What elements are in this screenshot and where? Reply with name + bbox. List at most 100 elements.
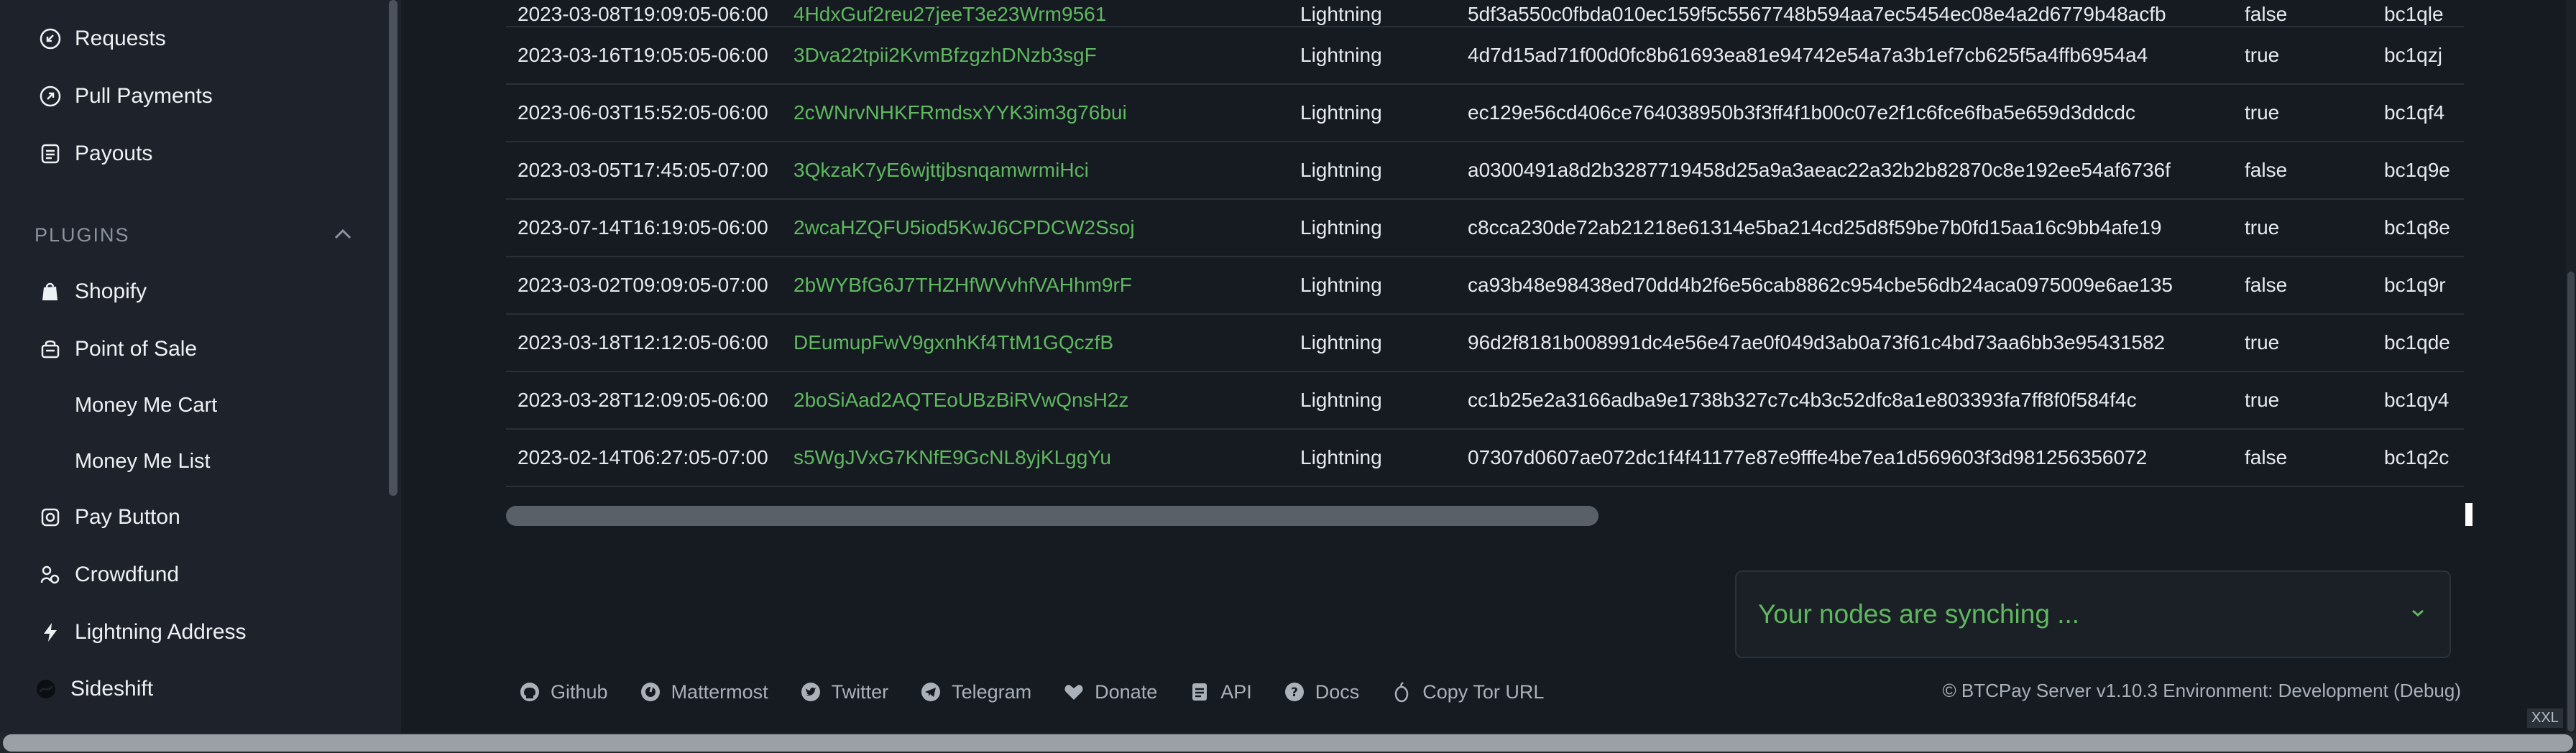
- cell-confirmed: false: [2233, 429, 2373, 487]
- cell-invoice-id[interactable]: 2wcaHZQFU5iod5KwJ6CPDCW2Ssoj: [782, 199, 1289, 257]
- sidebar-item-money-me-cart[interactable]: Money Me Cart: [75, 384, 217, 427]
- lightning-icon: [36, 618, 65, 647]
- cell-invoice-id[interactable]: 2bWYBfG6J7THZHfWVvhfVAHhm9rF: [782, 257, 1289, 315]
- footer-link-donate[interactable]: Donate: [1062, 680, 1157, 704]
- mattermost-icon: [638, 680, 663, 704]
- sidebar-item-label: Money Me Cart: [75, 393, 218, 417]
- cell-date: 2023-02-14T06:27:05-07:00: [506, 429, 782, 487]
- heart-icon: [1062, 680, 1086, 704]
- footer-link-telegram[interactable]: Telegram: [919, 680, 1031, 704]
- cell-invoice-id[interactable]: DEumupFwV9gxnhKf4TtM1GQczfB: [782, 314, 1289, 372]
- window-horizontal-scrollbar[interactable]: [0, 733, 2576, 753]
- cell-address: bc1qzj: [2373, 27, 2464, 85]
- sidebar-item-money-me-list[interactable]: Money Me List: [75, 440, 211, 483]
- sidebar-scrollbar[interactable]: [389, 0, 397, 496]
- cell-payment-method: Lightning: [1289, 199, 1456, 257]
- sync-status-text: Your nodes are synching ...: [1758, 599, 2080, 629]
- cell-address: bc1qde: [2373, 314, 2464, 372]
- shopify-icon: [36, 277, 65, 306]
- table-horizontal-scrollbar[interactable]: [506, 503, 2472, 527]
- sidebar-item-pull-payments[interactable]: Pull Payments: [36, 75, 213, 118]
- sidebar-item-requests[interactable]: Requests: [36, 17, 166, 60]
- cell-transaction-hash: 4d7d15ad71f00d0fc8b61693ea81e94742e54a7a…: [1456, 27, 2233, 85]
- footer-link-label: Copy Tor URL: [1422, 680, 1545, 703]
- plugins-section-header[interactable]: PLUGINS: [34, 216, 354, 254]
- sidebar-item-crowdfund[interactable]: Crowdfund: [36, 553, 179, 596]
- sidebar-item-payouts[interactable]: Payouts: [36, 132, 152, 175]
- table-row: 2023-03-02T09:09:05-07:00 2bWYBfG6J7THZHf…: [506, 257, 2464, 315]
- cell-invoice-id[interactable]: 2boSiAad2AQTEoUBzBiRVwQnsH2z: [782, 371, 1289, 430]
- cell-transaction-hash: ec129e56cd406ce764038950b3f3ff4f1b00c07e…: [1456, 84, 2233, 142]
- chevron-up-icon[interactable]: [332, 224, 354, 246]
- cell-address: bc1q9r: [2373, 257, 2464, 315]
- cell-date: 2023-07-14T16:19:05-06:00: [506, 199, 782, 257]
- cell-transaction-hash: ca93b48e98438ed70dd4b2f6e56cab8862c954cb…: [1456, 257, 2233, 315]
- table-row: 2023-03-05T17:45:05-07:00 3QkzaK7yE6wjttj…: [506, 142, 2464, 200]
- sidebar-item-label: Lightning Address: [75, 620, 247, 644]
- sidebar-item-shopify[interactable]: Shopify: [36, 270, 147, 313]
- footer-link-label: Donate: [1095, 680, 1158, 703]
- footer-link-copy-tor-url[interactable]: Copy Tor URL: [1389, 680, 1544, 704]
- cell-date: 2023-03-02T09:09:05-07:00: [506, 257, 782, 315]
- cell-invoice-id[interactable]: 3Dva22tpii2KvmBfzgzhDNzb3sgF: [782, 27, 1289, 85]
- footer-link-github[interactable]: Github: [518, 680, 608, 704]
- sidebar-item-label: Requests: [75, 27, 166, 50]
- cell-transaction-hash: a0300491a8d2b3287719458d25a9a3aeac22a32b…: [1456, 142, 2233, 200]
- table-row: 2023-07-14T16:19:05-06:00 2wcaHZQFU5iod5K…: [506, 199, 2464, 257]
- sidebar-item-lightning-address[interactable]: Lightning Address: [36, 611, 247, 654]
- cell-confirmed: false: [2233, 486, 2373, 503]
- cell-invoice-id[interactable]: s5WgJVxG7KNfE9GcNL8yjKLggYu: [782, 429, 1289, 487]
- sidebar-item-label: Pay Button: [75, 505, 180, 529]
- footer-link-docs[interactable]: ? Docs: [1282, 680, 1360, 704]
- svg-text:?: ?: [1291, 685, 1298, 700]
- sidebar-item-sideshift[interactable]: Sideshift: [32, 667, 153, 711]
- cell-invoice-id[interactable]: 3QkzaK7yE6wjttjbsnqamwrmiHci: [782, 142, 1289, 200]
- cell-address: bc1qv: [2373, 486, 2464, 503]
- cell-address: bc1q9e: [2373, 142, 2464, 200]
- footer-link-api[interactable]: API: [1187, 680, 1252, 704]
- pull-payments-icon: [36, 82, 65, 111]
- cell-confirmed: false: [2233, 257, 2373, 315]
- footer-link-twitter[interactable]: Twitter: [799, 680, 888, 704]
- footer-link-label: Docs: [1315, 680, 1360, 703]
- sidebar-item-label: Sideshift: [70, 677, 154, 701]
- cell-date: 2023-03-18T12:12:05-06:00: [506, 314, 782, 372]
- api-icon: [1187, 680, 1212, 704]
- page-scrollbar-thumb[interactable]: [2567, 272, 2575, 731]
- copyright-text: © BTCPay Server v1.10.3 Environment: Dev…: [1942, 680, 2461, 701]
- cell-payment-method: Lightning: [1289, 257, 1456, 315]
- sync-status-panel[interactable]: Your nodes are synching ...: [1735, 570, 2451, 658]
- cell-transaction-hash: 5df3a550c0fbda010ec159f5c5567748b594aa7e…: [1456, 0, 2233, 27]
- footer-link-mattermost[interactable]: Mattermost: [638, 680, 768, 704]
- cell-address: bc1q8e: [2373, 199, 2464, 257]
- cell-date: 2023-03-28T12:09:05-06:00: [506, 371, 782, 430]
- footer-link-label: Telegram: [952, 680, 1032, 703]
- telegram-icon: [919, 680, 943, 704]
- cell-confirmed: true: [2233, 199, 2373, 257]
- requests-icon: [36, 24, 65, 53]
- cell-date: 2023-06-03T15:52:05-06:00: [506, 84, 782, 142]
- sidebar-item-label: Shopify: [75, 280, 147, 303]
- cell-address: bc1qy4: [2373, 371, 2464, 430]
- sidebar-item-label: Payouts: [75, 142, 153, 165]
- cell-invoice-id[interactable]: X4u8RLFaWuxpDX55k5ZQ2MN1nnB: [782, 486, 1289, 503]
- footer-link-label: Github: [551, 680, 608, 703]
- sidebar-item-pay-button[interactable]: Pay Button: [36, 496, 180, 539]
- window-scrollbar-thumb[interactable]: [3, 734, 2573, 752]
- footer-links: Github Mattermost Twitter Telegram Donat…: [518, 674, 1574, 710]
- table-scrollbar-thumb[interactable]: [506, 506, 1598, 526]
- cell-date: 2023-03-16T19:05:05-06:00: [506, 27, 782, 85]
- sidebar-item-label: Crowdfund: [75, 563, 180, 586]
- cell-payment-method: Lightning: [1289, 486, 1456, 503]
- cell-invoice-id[interactable]: 4HdxGuf2reu27jeeT3e23Wrm9561: [782, 0, 1289, 27]
- cell-payment-method: Lightning: [1289, 84, 1456, 142]
- footer-link-label: Mattermost: [671, 680, 768, 703]
- cell-payment-method: Lightning: [1289, 371, 1456, 430]
- chevron-down-icon[interactable]: [2409, 607, 2426, 622]
- sidebar: Requests Pull Payments Payouts PLUGINS S…: [0, 0, 401, 733]
- sidebar-item-point-of-sale[interactable]: Point of Sale: [36, 328, 197, 371]
- table-row: 2023-06-03T15:52:05-06:00 2cWNrvNHKFRmdsx…: [506, 84, 2464, 142]
- breakpoint-badge: XXL: [2527, 708, 2563, 728]
- cell-invoice-id[interactable]: 2cWNrvNHKFRmdsxYYK3im3g76bui: [782, 84, 1289, 142]
- transactions-table-container: 2023-03-08T19:09:05-06:00 4HdxGuf2reu27je…: [506, 0, 2464, 503]
